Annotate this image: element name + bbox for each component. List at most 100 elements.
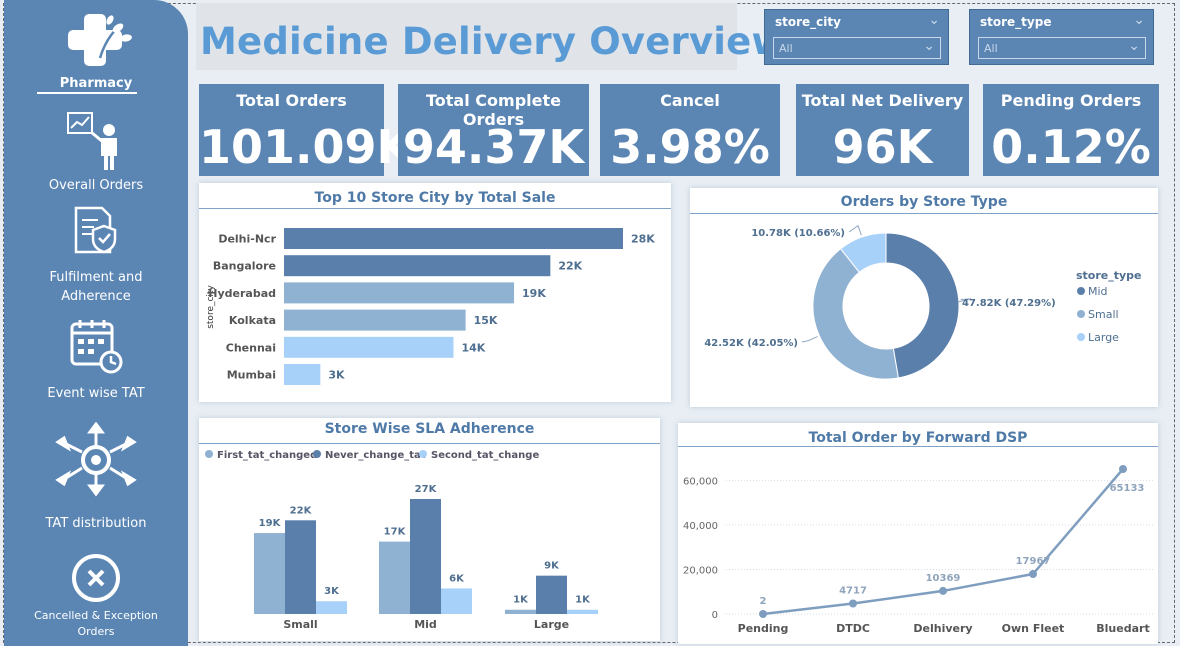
- shield-document-icon: [74, 206, 117, 254]
- legend-swatch: [1077, 310, 1085, 318]
- logo-divider: [37, 92, 137, 94]
- data-point: [759, 609, 767, 618]
- nav-overall-orders[interactable]: Overall Orders: [4, 108, 188, 195]
- legend-swatch: [205, 450, 213, 458]
- data-point: [939, 586, 947, 595]
- logo-label: Pharmacy: [59, 76, 133, 91]
- store-type-donut-chart: 47.82K (47.29%) 42.52K (42.05%) 10.78K (10…: [704, 224, 1142, 380]
- data-label: 22K: [558, 260, 582, 273]
- store-type-panel: Orders by Store Type 47.82K (47.29%) 42.5…: [690, 188, 1158, 407]
- x-tick-label: Delhivery: [913, 622, 972, 635]
- x-tick-label: Mid: [414, 618, 437, 631]
- bar: [441, 588, 472, 614]
- data-point: [1119, 465, 1127, 473]
- kpi-title: Total Orders: [236, 91, 347, 110]
- x-tick-label: DTDC: [836, 622, 870, 635]
- bar: [316, 601, 347, 614]
- x-tick-label: Pending: [738, 622, 789, 635]
- nav-label: Cancelled & Exception Orders: [34, 609, 158, 638]
- bar: [284, 282, 515, 304]
- legend-label: Second_tat_change: [431, 450, 539, 461]
- bar: [285, 520, 316, 614]
- nav-label: Event wise TAT: [47, 386, 145, 401]
- dropdown-value: All: [984, 42, 998, 55]
- legend-swatch: [1077, 333, 1085, 341]
- kpi-value: 101.09K: [199, 120, 413, 174]
- x-tick-label: Large: [534, 618, 569, 631]
- bar: [567, 609, 598, 614]
- gear-arrows-icon: [55, 421, 137, 497]
- presentation-icon: [67, 112, 117, 170]
- kpi-title: Cancel: [660, 91, 720, 110]
- data-label: 3K: [324, 586, 340, 597]
- data-point: [849, 599, 857, 608]
- kpi-value: 3.98%: [610, 120, 770, 174]
- data-label: 65133: [1110, 483, 1145, 494]
- bar: [536, 575, 567, 614]
- data-label: 17K: [384, 527, 407, 538]
- data-label: 6K: [449, 573, 465, 584]
- x-tick-label: Own Fleet: [1002, 622, 1065, 635]
- donut-slice: [885, 232, 960, 379]
- page-title: Medicine Delivery Overview: [200, 20, 786, 63]
- y-tick-label: Delhi-Ncr: [218, 233, 276, 246]
- legend-label: Never_change_tat: [325, 450, 426, 461]
- nav-event-tat[interactable]: Event wise TAT: [4, 318, 188, 403]
- store-type-slicer[interactable]: store_type ⌄ All ⌄: [969, 9, 1154, 65]
- data-label: 4717: [839, 585, 867, 596]
- data-label: 14K: [462, 341, 486, 354]
- bar: [254, 533, 285, 614]
- bar: [284, 364, 321, 385]
- chevron-down-icon[interactable]: ⌄: [1133, 12, 1145, 28]
- data-label: 2: [760, 596, 767, 607]
- slicer-title: store_city: [775, 15, 841, 29]
- x-tick-label: Bluedart: [1096, 622, 1149, 635]
- nav-tat-distribution[interactable]: TAT distribution: [4, 421, 188, 533]
- kpi-title: Total Net Delivery: [801, 91, 964, 110]
- data-label: 19K: [259, 518, 282, 529]
- kpi-title: Pending Orders: [1000, 91, 1142, 110]
- sla-grouped-bar-chart: First_tat_changed Never_change_tat Second_…: [205, 450, 598, 631]
- nav-label: TAT distribution: [45, 516, 147, 531]
- data-label: 15K: [474, 314, 498, 327]
- legend-title: store_type: [1076, 269, 1142, 282]
- pharmacy-logo[interactable]: Pharmacy: [4, 8, 188, 93]
- y-tick-label: Kolkata: [229, 314, 276, 327]
- dsp-line-chart: 0 20,000 40,000 60,000 2 Pending 4717 DTDC 10369…: [683, 465, 1153, 635]
- pharmacy-cross-icon: [68, 14, 132, 66]
- kpi-value: 94.37K: [402, 120, 585, 174]
- nav-fulfilment[interactable]: Fulfilment and Adherence: [4, 206, 188, 306]
- city-sales-panel: Top 10 Store City by Total Sale store_ci…: [199, 183, 671, 402]
- legend-label: Mid: [1088, 285, 1108, 298]
- bar: [379, 541, 410, 614]
- data-label: 10369: [926, 573, 961, 584]
- slicer-title: store_type: [980, 15, 1052, 29]
- data-label: 17967: [1016, 556, 1051, 567]
- bar: [284, 309, 466, 331]
- data-label: 27K: [415, 484, 438, 495]
- store-city-dropdown[interactable]: All ⌄: [773, 37, 941, 59]
- data-label: 10.78K (10.66%): [751, 228, 845, 239]
- y-tick-label: 0: [712, 610, 718, 621]
- chevron-down-icon: ⌄: [923, 38, 935, 54]
- leader-line: [848, 224, 862, 236]
- kpi-complete-orders: Total Complete Orders 94.37K: [398, 84, 589, 176]
- nav-label: Overall Orders: [48, 178, 144, 193]
- legend-label: Large: [1088, 331, 1119, 344]
- store-type-dropdown[interactable]: All ⌄: [978, 37, 1146, 59]
- data-label: 1K: [513, 595, 529, 606]
- sidebar: Pharmacy Overall Orders Fulfilment and A…: [4, 0, 188, 646]
- y-tick-label: Bangalore: [213, 260, 276, 273]
- data-label: 22K: [290, 505, 313, 516]
- data-label: 42.52K (42.05%): [704, 338, 798, 349]
- kpi-pending-orders: Pending Orders 0.12%: [983, 84, 1159, 176]
- store-city-slicer[interactable]: store_city ⌄ All ⌄: [764, 9, 949, 65]
- y-tick-label: 60,000: [683, 476, 718, 487]
- y-tick-label: 40,000: [683, 521, 718, 532]
- data-label: 1K: [575, 595, 591, 606]
- data-label: 3K: [328, 369, 345, 382]
- cancel-circle-icon: [72, 554, 120, 602]
- nav-cancelled[interactable]: Cancelled & Exception Orders: [4, 554, 188, 640]
- bar: [284, 228, 623, 249]
- chevron-down-icon[interactable]: ⌄: [928, 12, 940, 28]
